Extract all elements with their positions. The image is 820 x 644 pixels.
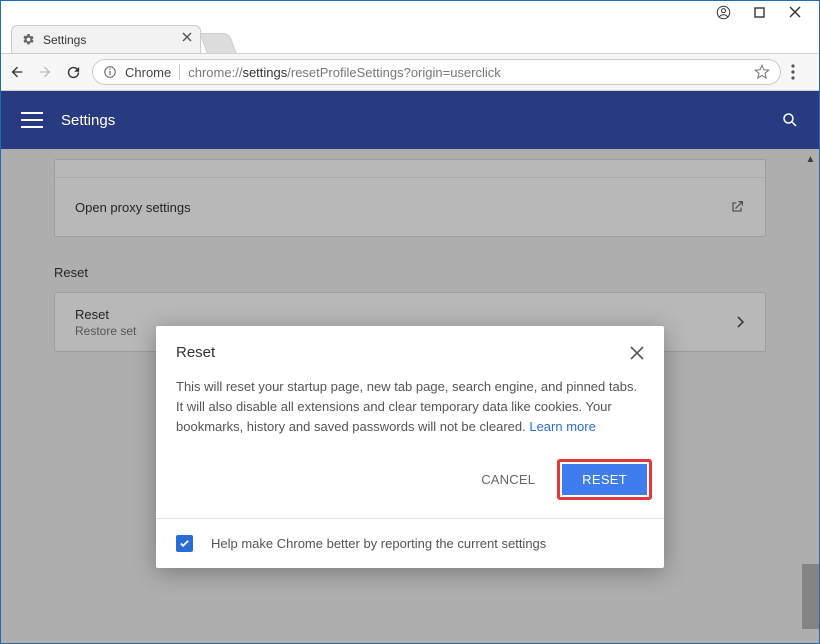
learn-more-link[interactable]: Learn more (529, 419, 595, 434)
forward-icon (37, 64, 55, 80)
origin-chip: Chrome (125, 65, 171, 80)
app-area: Settings ▲ Open proxy settings Reset (1, 91, 819, 643)
dialog-body: This will reset your startup page, new t… (156, 367, 664, 443)
new-tab-button[interactable] (199, 33, 236, 53)
browser-tab[interactable]: Settings (11, 25, 201, 53)
reload-icon[interactable] (65, 64, 82, 81)
tabstrip: Settings (1, 23, 819, 53)
current-settings-link[interactable]: current settings (457, 536, 546, 551)
footer-text: Help make Chrome better by reporting the… (211, 536, 546, 551)
settings-header: Settings (1, 91, 819, 149)
back-icon[interactable] (9, 64, 27, 80)
site-info-icon[interactable] (103, 65, 117, 79)
tab-close-icon[interactable] (182, 32, 192, 42)
reset-button[interactable]: RESET (562, 464, 647, 495)
toolbar: Chrome chrome://settings/resetProfileSet… (1, 53, 819, 91)
dialog-title: Reset (176, 344, 215, 361)
account-icon[interactable] (705, 1, 741, 23)
dialog-header: Reset (156, 326, 664, 367)
bookmark-star-icon[interactable] (754, 64, 770, 80)
close-window-icon[interactable] (777, 1, 813, 23)
dialog-actions: CANCEL RESET (156, 443, 664, 518)
gear-icon (22, 33, 35, 46)
divider (179, 64, 180, 80)
menu-icon[interactable] (21, 112, 43, 128)
cancel-button[interactable]: CANCEL (473, 464, 543, 495)
page-title: Settings (61, 112, 115, 129)
dialog-close-icon[interactable] (630, 346, 644, 360)
maximize-icon[interactable] (741, 1, 777, 23)
tab-title: Settings (43, 33, 86, 47)
window-titlebar (1, 1, 819, 23)
dialog-footer: Help make Chrome better by reporting the… (156, 518, 664, 568)
search-icon[interactable] (781, 111, 799, 129)
chrome-menu-icon[interactable] (791, 64, 811, 80)
address-bar[interactable]: Chrome chrome://settings/resetProfileSet… (92, 59, 781, 85)
reset-button-highlight: RESET (557, 459, 652, 500)
reset-dialog: Reset This will reset your startup page,… (156, 326, 664, 568)
report-checkbox[interactable] (176, 535, 193, 552)
url-display: chrome://settings/resetProfileSettings?o… (188, 65, 501, 80)
